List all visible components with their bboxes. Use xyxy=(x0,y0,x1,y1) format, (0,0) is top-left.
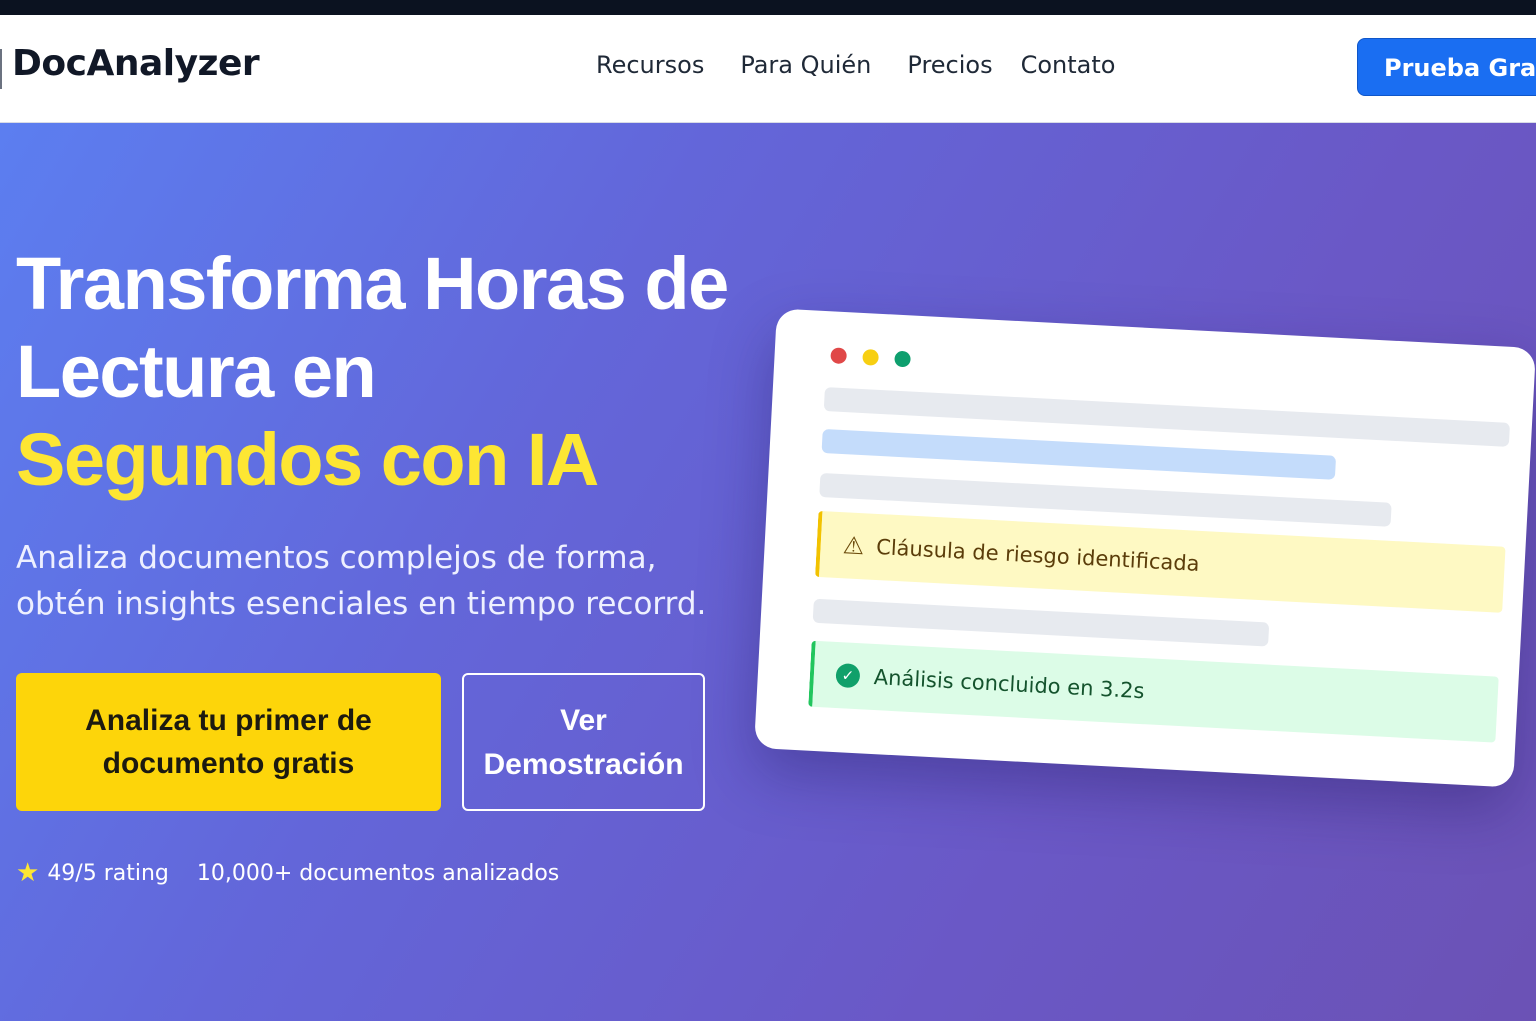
analysis-complete-text: Análisis concluido en 3.2s xyxy=(873,665,1146,704)
navbar: DocAnalyzer Recursos Para Quién Precios … xyxy=(0,15,1536,123)
logo-edge xyxy=(0,49,2,89)
warning-icon: ⚠ xyxy=(842,531,865,561)
hero-headline: Transforma Horas de Lectura en Segundos … xyxy=(16,240,736,504)
nav-link-contato[interactable]: Contato xyxy=(1021,51,1116,79)
star-icon: ★ xyxy=(16,858,40,888)
headline-text: Transforma Horas de Lectura en xyxy=(16,242,729,413)
risk-clause-text: Cláusula de riesgo identificada xyxy=(875,534,1201,576)
window-top-bar xyxy=(0,0,1536,15)
free-trial-button[interactable]: Prueba Gratis xyxy=(1357,38,1536,96)
brand-logo[interactable]: DocAnalyzer xyxy=(12,43,260,84)
nav-link-para-quien[interactable]: Para Quién xyxy=(740,51,871,79)
nav-link-precios[interactable]: Precios xyxy=(907,51,992,79)
analyze-first-document-button[interactable]: Analiza tu primer de documento gratis xyxy=(16,673,441,811)
highlighted-placeholder-line xyxy=(821,428,1337,480)
view-demo-button[interactable]: Ver Demostración xyxy=(462,673,705,811)
documents-stat: 10,000+ documentos analizados xyxy=(196,860,560,886)
nav-link-recursos[interactable]: Recursos xyxy=(596,51,704,79)
hero-subtitle: Analiza documentos complejos de forma, o… xyxy=(16,540,707,622)
hero-stats: ★ 49/5 rating 10,000+ documentos analiza… xyxy=(16,858,559,888)
document-preview-card: ⚠ Cláusula de riesgo identificada ✓ Anál… xyxy=(754,308,1536,788)
window-minimize-dot xyxy=(862,348,880,366)
text-placeholder-line xyxy=(812,598,1270,647)
headline-highlight: Segundos con IA xyxy=(16,418,599,501)
risk-clause-alert: ⚠ Cláusula de riesgo identificada xyxy=(815,510,1506,613)
nav-links: Recursos Para Quién Precios Contato xyxy=(596,51,1151,79)
window-maximize-dot xyxy=(894,350,911,368)
analysis-complete-alert: ✓ Análisis concluido en 3.2s xyxy=(808,640,1499,743)
check-circle-icon: ✓ xyxy=(835,663,861,689)
window-close-dot xyxy=(830,347,848,365)
rating-stat: 49/5 rating xyxy=(47,860,169,886)
